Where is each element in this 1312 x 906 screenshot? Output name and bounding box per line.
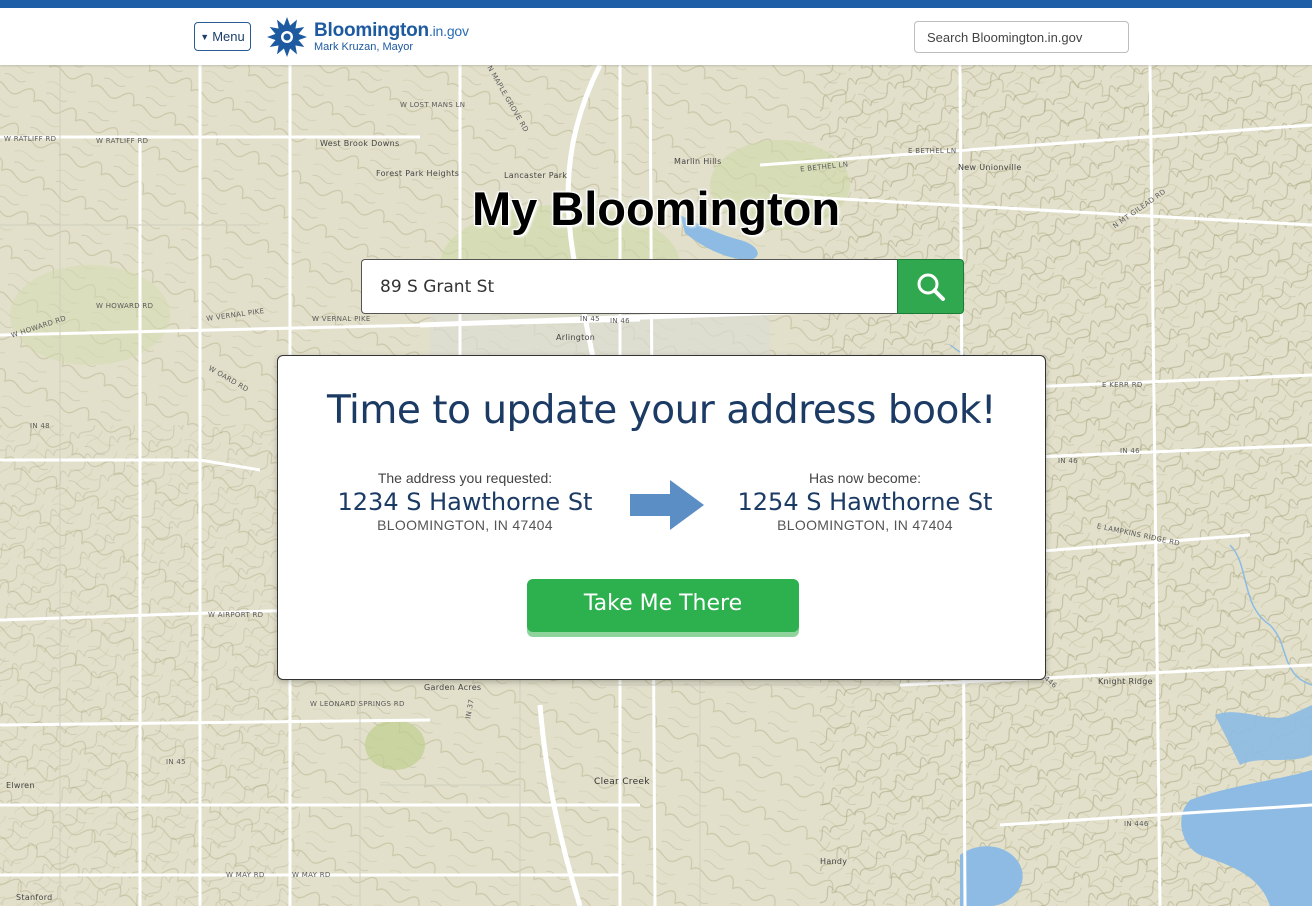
site-search-input[interactable] — [914, 21, 1129, 53]
logo-text: Bloomington.in.gov Mark Kruzan, Mayor — [314, 21, 469, 54]
menu-button-label: Menu — [212, 29, 245, 44]
logo-name: Bloomington — [314, 20, 429, 41]
map-label-town: Knight Ridge — [1098, 677, 1153, 686]
map-label-town: West Brook Downs — [320, 139, 399, 149]
map-label-road: E KERR RD — [1102, 381, 1143, 389]
caret-down-icon: ▼ — [200, 31, 210, 42]
map-label-highway: IN 45 — [166, 758, 186, 766]
map-label-town: Marlin Hills — [674, 157, 722, 166]
map-label-road: W LEONARD SPRINGS RD — [310, 700, 405, 708]
map-label-town: Lancaster Park — [504, 171, 568, 180]
old-address-city: BLOOMINGTON, IN 47404 — [377, 517, 553, 533]
logo-subtitle: Mark Kruzan, Mayor — [314, 41, 414, 53]
map-label-road: W MAY RD — [292, 871, 331, 879]
old-address-caption: The address you requested: — [377, 470, 553, 486]
take-me-there-button[interactable]: Take Me There — [527, 579, 799, 632]
map-label-highway: IN 46 — [1058, 457, 1078, 465]
map-label-town: Elwren — [6, 781, 35, 790]
map-label-road: E BETHEL LN — [908, 147, 957, 155]
map-label-road: W RATLIFF RD — [4, 135, 57, 143]
logo-title: Bloomington.in.gov — [314, 21, 469, 41]
map-label-road: W MAY RD — [226, 871, 265, 879]
map-label-town: Forest Park Heights — [376, 169, 459, 179]
address-search-button[interactable] — [897, 259, 964, 314]
map-label-road: W HOWARD RD — [96, 302, 154, 310]
top-accent-bar — [0, 0, 1312, 8]
map-label-highway: IN 46 — [610, 317, 630, 325]
map-label-road: W VERNAL PIKE — [312, 315, 371, 323]
menu-button[interactable]: ▼ Menu — [194, 22, 251, 51]
old-address-street: 1234 S Hawthorne St — [337, 488, 593, 516]
map-label-road: W LOST MANS LN — [400, 101, 466, 109]
map-label-town: Stanford — [16, 893, 53, 902]
new-address-city: BLOOMINGTON, IN 47404 — [777, 517, 953, 533]
map-label-town: Garden Acres — [424, 683, 482, 692]
logo-domain: .in.gov — [428, 23, 469, 39]
map-label-road: W AIRPORT RD — [208, 611, 264, 619]
map-label-town: Arlington — [556, 333, 596, 342]
old-address: The address you requested: 1234 S Hawtho… — [315, 470, 615, 533]
new-address: Has now become: 1254 S Hawthorne St BLOO… — [715, 470, 1015, 533]
card-title: Time to update your address book! — [326, 388, 997, 433]
map-label-highway: IN 446 — [1124, 820, 1149, 828]
site-header: ▼ Menu Bloomington.in.gov Mark Kruzan, M… — [0, 8, 1312, 65]
address-search-input[interactable] — [361, 259, 898, 314]
new-address-street: 1254 S Hawthorne St — [737, 488, 993, 516]
site-logo[interactable]: Bloomington.in.gov Mark Kruzan, Mayor — [266, 16, 469, 58]
page-title: My Bloomington — [471, 182, 841, 235]
bloomington-star-logo-icon — [267, 17, 307, 57]
map-label-town: New Unionville — [958, 163, 1022, 172]
map-label-highway: IN 46 — [1120, 447, 1140, 455]
map-label-highway: IN 45 — [580, 315, 600, 323]
map-label-road: W RATLIFF RD — [96, 137, 149, 145]
address-change-card: Time to update your address book! The ad… — [277, 355, 1046, 680]
new-address-caption: Has now become: — [808, 470, 922, 486]
map-label-town: Clear Creek — [594, 777, 650, 787]
arrow-right-icon — [630, 480, 704, 530]
search-icon — [917, 273, 945, 301]
map-label-highway: IN 48 — [30, 422, 50, 430]
map-label-town: Handy — [820, 857, 848, 866]
